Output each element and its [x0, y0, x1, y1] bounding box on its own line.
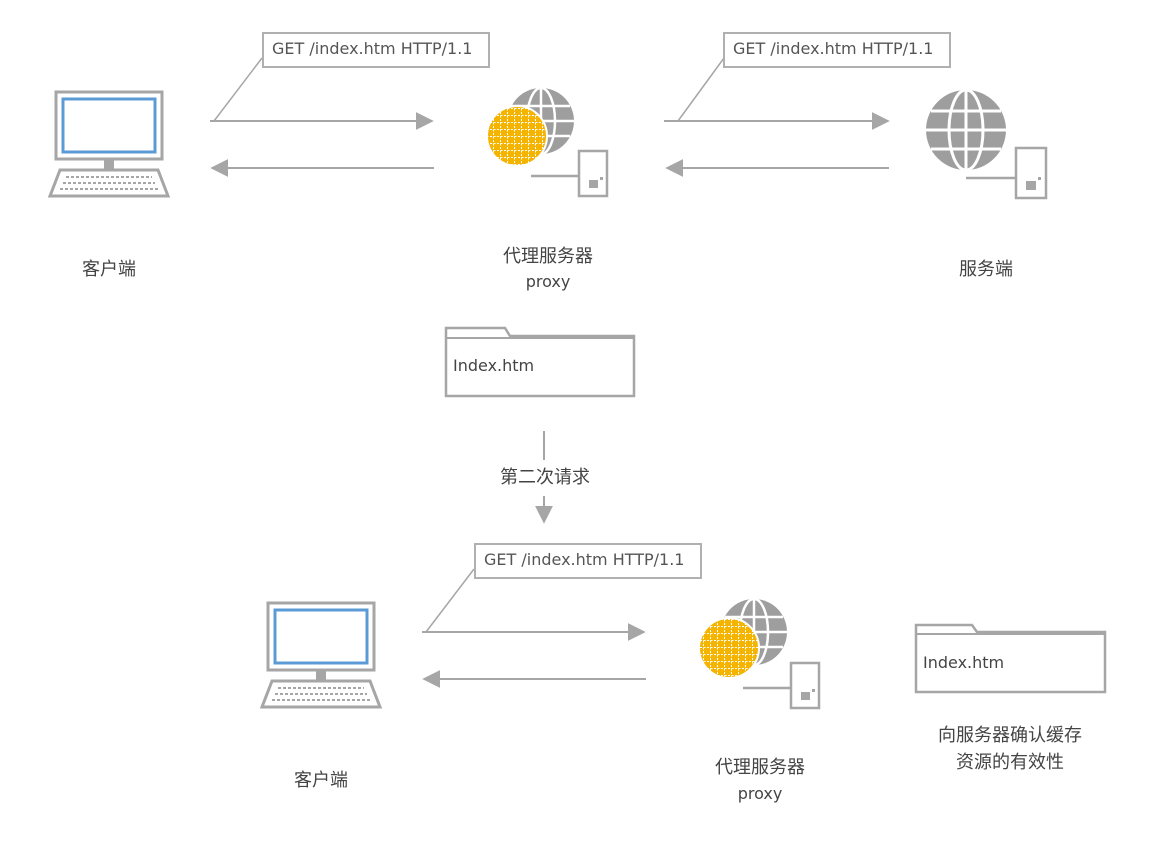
proxy-top-label: 代理服务器 — [503, 246, 593, 267]
validate-caption-line2: 资源的有效性 — [956, 752, 1064, 773]
top-request-1-box: GET /index.htm HTTP/1.1 — [262, 32, 490, 68]
server-icon — [926, 88, 1048, 200]
client-top-icon — [47, 90, 171, 198]
bottom-request-connector — [422, 568, 646, 688]
proxy-bottom-icon — [698, 597, 821, 710]
bottom-request-box: GET /index.htm HTTP/1.1 — [474, 543, 702, 579]
proxy-bottom-label: 代理服务器 — [715, 757, 805, 778]
proxy-bottom-sublabel: proxy — [737, 784, 783, 803]
validate-caption-line1: 向服务器确认缓存 — [938, 725, 1082, 746]
top-request-2-box: GET /index.htm HTTP/1.1 — [723, 32, 951, 68]
second-request-label: 第二次请求 — [500, 467, 590, 488]
top-request-1-connector — [210, 57, 434, 177]
proxy-top-sublabel: proxy — [525, 272, 571, 291]
bottom-request-text: GET /index.htm HTTP/1.1 — [484, 550, 685, 569]
cache-file-top-text: Index.htm — [453, 356, 535, 375]
server-label: 服务端 — [959, 259, 1013, 280]
proxy-top-icon — [486, 86, 609, 198]
client-bottom-icon — [259, 601, 383, 709]
top-request-1-text: GET /index.htm HTTP/1.1 — [272, 39, 473, 58]
top-request-2-text: GET /index.htm HTTP/1.1 — [733, 39, 934, 58]
client-bottom-label: 客户端 — [294, 770, 348, 791]
top-request-2-connector — [664, 57, 890, 177]
cache-file-bottom-text: Index.htm — [923, 653, 1005, 672]
client-top-label: 客户端 — [82, 259, 136, 280]
